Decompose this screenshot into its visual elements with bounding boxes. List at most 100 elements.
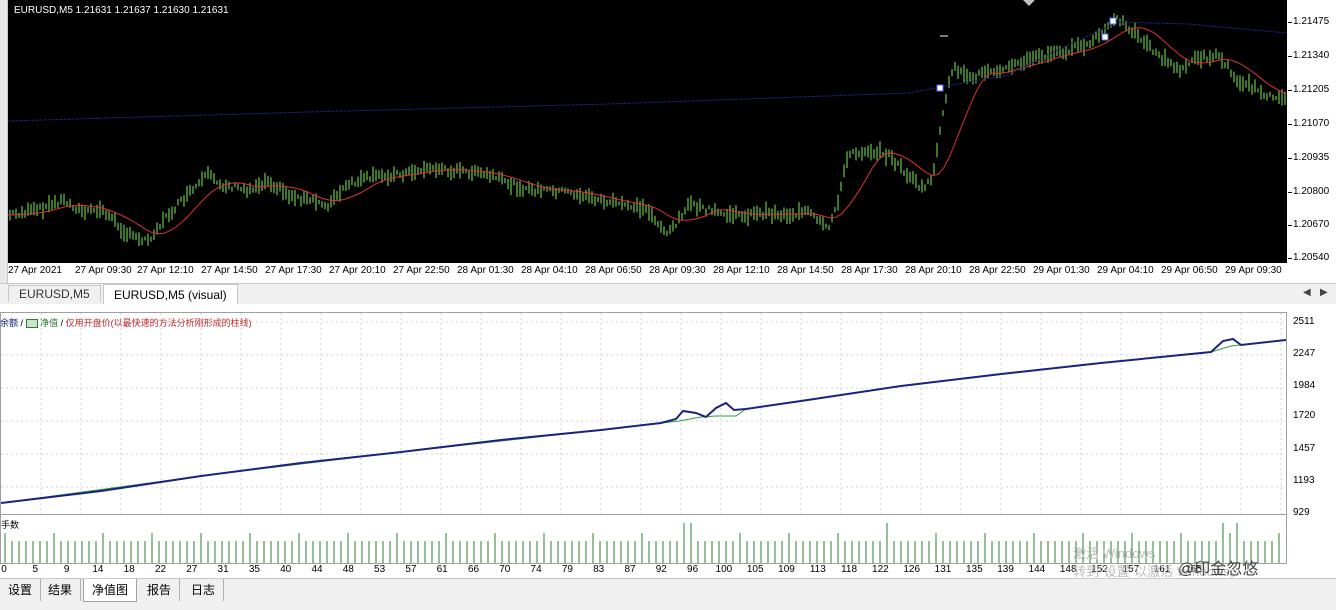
- trade-axis-label: 87: [624, 564, 636, 575]
- time-axis-label: 27 Apr 17:30: [265, 265, 322, 276]
- price-tick: [1288, 158, 1292, 159]
- tab-label: EURUSD,M5: [19, 287, 90, 301]
- trade-axis-label: 57: [405, 564, 417, 575]
- price-axis-label: 1.20670: [1293, 219, 1330, 230]
- price-axis-label: 1.21475: [1293, 16, 1330, 27]
- trade-axis-label: 22: [154, 564, 167, 575]
- price-axis: 1.21475 1.21340 1.21205 1.21070 1.20935 1.208…: [1288, 0, 1336, 263]
- trade-axis-label: 9: [63, 564, 70, 575]
- tab-eurusd-m5-visual[interactable]: EURUSD,M5 (visual): [103, 284, 238, 304]
- price-chart-canvas: [8, 0, 1287, 246]
- scroll-left-icon[interactable]: ◀: [1303, 287, 1311, 298]
- legend-separator: /: [60, 318, 64, 328]
- trade-axis-label: 70: [499, 564, 511, 575]
- legend-equity-icon: [25, 319, 38, 329]
- trade-axis-label: 61: [436, 564, 448, 575]
- equity-axis-label: 2511: [1293, 316, 1315, 327]
- tab-equity-graph[interactable]: 净值图: [83, 579, 138, 602]
- equity-axis-label: 1457: [1293, 443, 1316, 454]
- price-tick: [1288, 225, 1292, 226]
- trade-marker-icon: [936, 84, 944, 92]
- time-axis-label: 27 Apr 20:10: [329, 265, 386, 276]
- tab-label: 日志: [191, 583, 216, 597]
- trade-axis-label: 105: [746, 564, 764, 575]
- chart-window[interactable]: EURUSD,M5 1.21631 1.21637 1.21630 1.2163…: [0, 0, 1336, 283]
- time-axis-label: 27 Apr 12:10: [137, 265, 194, 276]
- time-axis-label: 27 Apr 14:50: [201, 265, 258, 276]
- trade-axis-label: 131: [934, 564, 952, 575]
- price-axis-label: 1.21070: [1293, 118, 1330, 129]
- price-axis-label: 1.20935: [1293, 152, 1330, 163]
- time-axis-label: 28 Apr 06:50: [585, 265, 642, 276]
- tab-label: 报告: [147, 583, 172, 597]
- tab-results[interactable]: 结果: [40, 579, 82, 601]
- trade-axis-label: 0: [1, 564, 7, 575]
- price-axis-label: 1.21205: [1293, 84, 1330, 95]
- trade-axis-label: 44: [311, 564, 323, 575]
- tab-report[interactable]: 报告: [139, 579, 181, 601]
- tab-label: EURUSD,M5 (visual): [114, 288, 227, 302]
- tab-journal[interactable]: 日志: [183, 579, 225, 601]
- equity-legend: 余额 / 净值 / 仅用开盘价(以最快速的方法分析刚形成的柱线): [0, 316, 252, 329]
- price-tick: [1288, 22, 1292, 23]
- trade-axis-label: 27: [186, 564, 198, 575]
- trade-axis-label: 35: [248, 564, 260, 575]
- balance-line: [1, 337, 1286, 504]
- price-axis-label: 1.20800: [1293, 186, 1330, 197]
- time-axis-label: 28 Apr 04:10: [521, 265, 578, 276]
- trade-axis-label: 109: [778, 564, 795, 575]
- time-axis-label: 29 Apr 06:50: [1161, 265, 1218, 276]
- chart-shift-icon[interactable]: [1023, 0, 1035, 6]
- equity-axis-label: 1720: [1293, 410, 1316, 421]
- time-axis-label: 29 Apr 09:30: [1225, 265, 1282, 276]
- trade-axis-label: 74: [530, 564, 542, 575]
- price-tick: [1288, 56, 1292, 57]
- legend-equity: 净值: [40, 318, 59, 328]
- trade-axis-label: 5: [32, 564, 39, 575]
- tab-label: 结果: [48, 583, 73, 597]
- moving-average-slow: [8, 21, 1287, 122]
- trade-axis-label: 79: [561, 564, 573, 575]
- trade-axis-label: 118: [841, 564, 858, 575]
- time-axis-label: 28 Apr 14:50: [777, 265, 834, 276]
- chart-left-strip: [0, 0, 8, 283]
- trade-axis-label: 113: [809, 564, 826, 575]
- time-axis-label: 28 Apr 22:50: [969, 265, 1026, 276]
- trade-axis-label: 18: [123, 564, 135, 575]
- trade-axis-label: 135: [965, 564, 983, 575]
- price-axis-label: 1.21340: [1293, 50, 1330, 61]
- equity-axis-label: 1193: [1293, 475, 1315, 486]
- time-axis-label: 28 Apr 20:10: [905, 265, 962, 276]
- tab-eurusd-m5[interactable]: EURUSD,M5: [8, 285, 101, 302]
- trade-axis-label: 122: [872, 564, 889, 575]
- trade-axis-label: 100: [715, 564, 733, 575]
- time-axis-label: 28 Apr 12:10: [713, 265, 770, 276]
- legend-note: 仅用开盘价(以最快速的方法分析刚形成的柱线): [65, 318, 252, 328]
- trade-axis-label: 66: [467, 564, 480, 575]
- trade-axis-label: 53: [374, 564, 386, 575]
- lots-label: 手数: [1, 520, 20, 530]
- equity-chart: [0, 312, 1287, 515]
- chart-tab-bar: EURUSD,M5 EURUSD,M5 (visual) ◀ ▶: [0, 283, 1336, 304]
- price-axis-label: 1.20540: [1293, 252, 1330, 263]
- time-axis-label: 29 Apr 04:10: [1097, 265, 1154, 276]
- price-chart[interactable]: EURUSD,M5 1.21631 1.21637 1.21630 1.2163…: [8, 0, 1287, 263]
- price-tick: [1288, 124, 1292, 125]
- tester-tab-bar: 设置 结果 净值图 报告 日志: [0, 578, 1336, 610]
- equity-report-panel: 余额 / 净值 / 仅用开盘价(以最快速的方法分析刚形成的柱线) 手数 2511…: [0, 304, 1336, 578]
- time-axis-label: 28 Apr 01:30: [457, 265, 514, 276]
- trade-axis-label: 92: [655, 564, 667, 575]
- trade-marker-icon: [1109, 17, 1117, 25]
- brand-watermark: @印金忽悠: [1178, 561, 1259, 578]
- equity-axis-label: 2247: [1293, 348, 1316, 359]
- time-axis-label: 29 Apr 01:30: [1033, 265, 1090, 276]
- tab-settings[interactable]: 设置: [0, 579, 42, 601]
- trade-axis-label: 48: [342, 564, 354, 575]
- time-axis-label: 27 Apr 2021: [8, 265, 62, 276]
- moving-average-fast: [8, 27, 1287, 235]
- symbol-caption: EURUSD,M5 1.21631 1.21637 1.21630 1.2163…: [14, 5, 229, 16]
- scroll-right-icon[interactable]: ▶: [1320, 287, 1328, 298]
- price-tick: [1288, 258, 1292, 259]
- price-tick: [1288, 90, 1292, 91]
- equity-chart-canvas: [1, 313, 1286, 514]
